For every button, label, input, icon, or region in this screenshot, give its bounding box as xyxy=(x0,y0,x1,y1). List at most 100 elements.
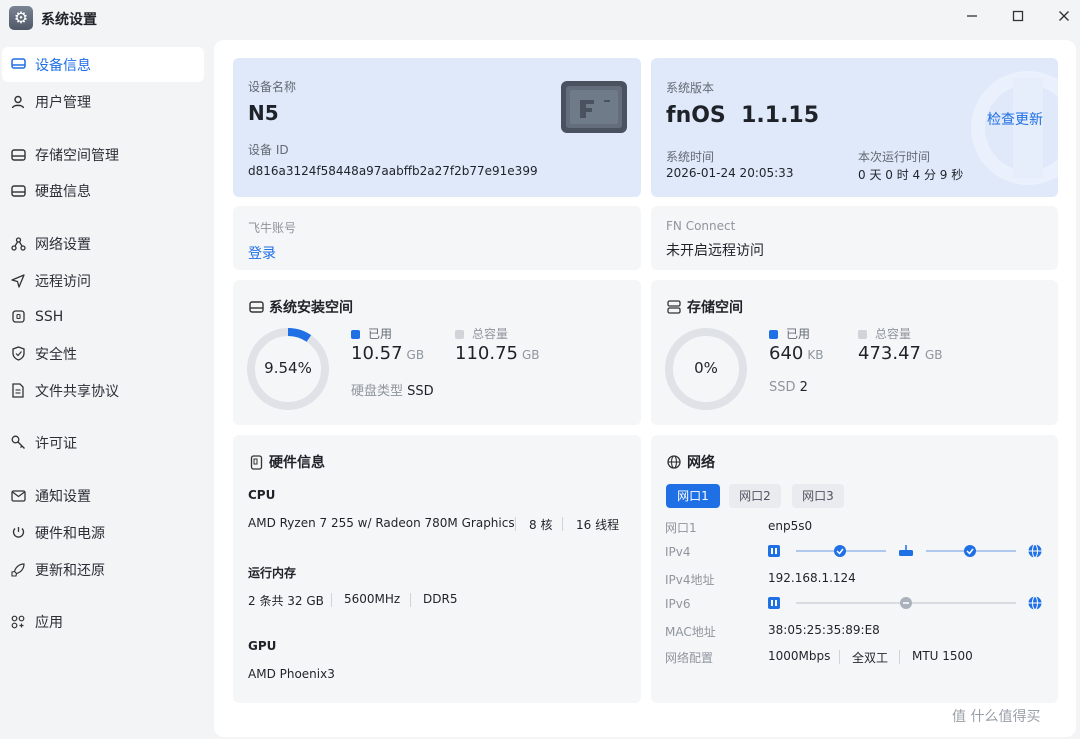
shield-icon xyxy=(10,346,26,362)
sidebar-item-label: SSH xyxy=(35,308,64,325)
disk-type-label: 硬盘类型 xyxy=(351,384,404,399)
system-version: fnOS 1.1.15 xyxy=(666,103,820,128)
sidebar-item-hardware-power[interactable]: 硬件和电源 xyxy=(2,515,204,550)
disk-type-value: SSD xyxy=(407,384,434,399)
system-version-label: 系统版本 xyxy=(666,81,715,95)
storage-total-legend: 总容量 xyxy=(858,325,911,342)
sidebar-item-label: 设备信息 xyxy=(35,57,91,74)
sidebar-item-security[interactable]: 安全性 xyxy=(2,336,204,371)
sidebar-item-storage[interactable]: 存储空间管理 xyxy=(2,137,204,172)
used-legend-label: 已用 xyxy=(786,327,811,341)
system-space-donut: 9.54% xyxy=(245,326,331,412)
sidebar-item-label: 通知设置 xyxy=(35,488,91,505)
device-id: d816a3124f58448a97aabffb2a27f2b77e91e399 xyxy=(248,164,538,178)
sidebar-item-update-restore[interactable]: 更新和还原 xyxy=(2,552,204,587)
sidebar-item-ssh[interactable]: SSH xyxy=(2,299,204,334)
network-title-text: 网络 xyxy=(687,455,715,471)
tab-port-1[interactable]: 网口1 xyxy=(666,484,720,508)
ssd-label: SSD xyxy=(769,380,796,395)
rocket-icon xyxy=(10,562,26,578)
sidebar-item-device-info[interactable]: 设备信息 xyxy=(2,47,204,82)
sidebar-item-label: 文件共享协议 xyxy=(35,383,119,400)
disk-type: 硬盘类型 SSD xyxy=(351,380,434,399)
mac-address: 38:05:25:35:89:E8 xyxy=(768,623,880,637)
tab-port-2[interactable]: 网口2 xyxy=(729,484,781,508)
device-id-label: 设备 ID xyxy=(248,143,289,157)
ipv6-label: IPv6 xyxy=(665,597,691,611)
sidebar-item-network[interactable]: 网络设置 xyxy=(2,226,204,261)
check-update-link[interactable]: 检查更新 xyxy=(987,109,1043,129)
memory-speed: 5600MHz xyxy=(344,592,401,606)
storage-title-text: 存储空间 xyxy=(687,300,743,316)
ipv4-label: IPv4 xyxy=(665,545,691,559)
uptime-value: 0 天 0 时 4 分 9 秒 xyxy=(858,168,964,182)
cpu-threads: 16 线程 xyxy=(576,518,620,532)
total-legend-label: 总容量 xyxy=(875,327,912,341)
cpu-label: CPU xyxy=(248,488,276,502)
used-legend-label: 已用 xyxy=(368,327,393,341)
storage-used: 640 KB xyxy=(769,343,823,364)
minimize-button[interactable] xyxy=(957,6,987,30)
system-space-used-legend: 已用 xyxy=(351,325,392,342)
used-legend-swatch xyxy=(351,330,360,339)
memory-type: DDR5 xyxy=(423,592,458,606)
storage-icon xyxy=(248,299,264,315)
ipv4-address-label: IPv4地址 xyxy=(665,573,715,587)
power-icon xyxy=(10,525,26,541)
memory-size: 2 条共 32 GB xyxy=(248,594,324,608)
mac-label: MAC地址 xyxy=(665,625,716,639)
storage-donut: 0% xyxy=(663,326,749,412)
storage-title: 存储空间 xyxy=(666,297,743,317)
storage-used-unit: KB xyxy=(807,348,824,362)
sidebar-item-disks[interactable]: 硬盘信息 xyxy=(2,173,204,208)
total-legend-label: 总容量 xyxy=(472,327,509,341)
server-icon xyxy=(666,299,682,315)
fn-connect-status: 未开启远程访问 xyxy=(666,243,764,259)
account-card xyxy=(233,206,641,270)
system-time-label: 系统时间 xyxy=(666,150,715,164)
divider xyxy=(410,593,411,607)
system-space-title: 系统安装空间 xyxy=(248,297,353,317)
sidebar-item-notifications[interactable]: 通知设置 xyxy=(2,478,204,513)
gpu-label: GPU xyxy=(248,639,277,653)
network-duplex: 全双工 xyxy=(852,651,889,665)
account-label: 飞牛账号 xyxy=(248,221,297,235)
close-icon xyxy=(1059,11,1069,21)
apps-icon xyxy=(10,614,26,630)
system-space-used-unit: GB xyxy=(406,348,425,362)
login-link[interactable]: 登录 xyxy=(248,243,276,263)
memory-label: 运行内存 xyxy=(248,566,297,580)
ipv4-address: 192.168.1.124 xyxy=(768,571,856,585)
total-legend-swatch xyxy=(858,330,867,339)
sidebar-item-label: 更新和还原 xyxy=(35,562,105,579)
storage-total-unit: GB xyxy=(924,348,943,362)
close-button[interactable] xyxy=(1049,6,1079,30)
tab-port-3[interactable]: 网口3 xyxy=(792,484,844,508)
file-icon xyxy=(10,383,26,399)
system-space-percent: 9.54% xyxy=(264,359,312,377)
ssd-count-value: 2 xyxy=(799,380,808,395)
network-speed: 1000Mbps xyxy=(768,649,831,663)
disk-icon xyxy=(10,183,26,199)
sidebar-item-apps[interactable]: 应用 xyxy=(2,604,204,639)
divider xyxy=(515,517,516,531)
sidebar-item-users[interactable]: 用户管理 xyxy=(2,84,204,119)
network-title: 网络 xyxy=(666,452,715,472)
sidebar-item-label: 硬盘信息 xyxy=(35,183,91,200)
maximize-button[interactable] xyxy=(1003,6,1033,30)
storage-total-value: 473.47 xyxy=(858,343,921,364)
sidebar-item-license[interactable]: 许可证 xyxy=(2,425,204,460)
storage-percent: 0% xyxy=(694,359,718,377)
network-mtu: MTU 1500 xyxy=(912,649,973,663)
gpu-model: AMD Phoenix3 xyxy=(248,667,335,681)
device-image xyxy=(560,80,628,138)
minimize-icon xyxy=(967,15,977,17)
storage-used-legend: 已用 xyxy=(769,325,810,342)
key-icon xyxy=(10,435,26,451)
sidebar-item-label: 安全性 xyxy=(35,346,77,363)
hardware-title-text: 硬件信息 xyxy=(269,455,325,471)
sidebar-item-file-sharing[interactable]: 文件共享协议 xyxy=(2,373,204,408)
port-value: enp5s0 xyxy=(768,519,813,533)
sidebar-item-remote-access[interactable]: 远程访问 xyxy=(2,263,204,298)
fn-connect-label: FN Connect xyxy=(666,219,736,233)
